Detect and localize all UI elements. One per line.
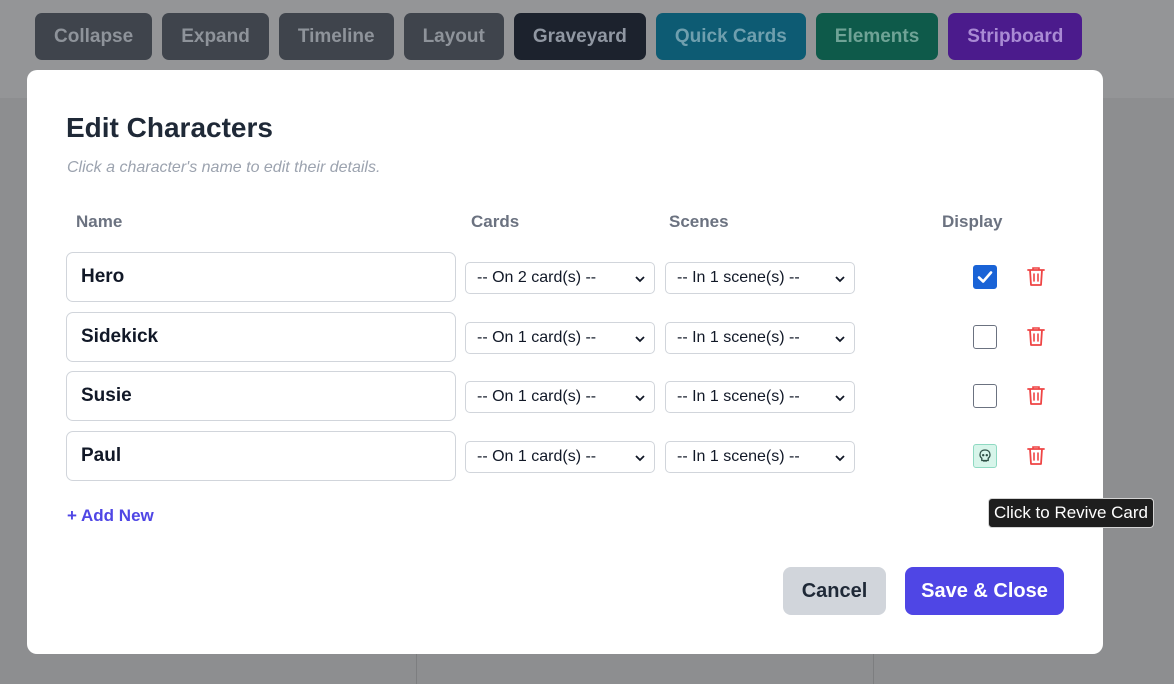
- character-name-input[interactable]: [66, 252, 456, 302]
- collapse-button[interactable]: Collapse: [35, 13, 153, 60]
- chevron-down-icon: [635, 276, 645, 283]
- skull-icon: [979, 449, 991, 462]
- display-checkbox[interactable]: [973, 325, 997, 349]
- character-row: -- On 1 card(s) -- -- In 1 scene(s) --: [27, 431, 1103, 481]
- stripboard-button[interactable]: Stripboard: [948, 13, 1083, 60]
- check-icon: [977, 271, 993, 283]
- chevron-down-icon: [835, 455, 845, 462]
- chevron-down-icon: [835, 395, 845, 402]
- cards-select-value: -- On 1 card(s) --: [477, 448, 597, 465]
- cards-select-value: -- On 2 card(s) --: [477, 269, 597, 286]
- cancel-button[interactable]: Cancel: [783, 567, 886, 615]
- scenes-select-value: -- In 1 scene(s) --: [677, 448, 800, 465]
- expand-button[interactable]: Expand: [162, 13, 269, 60]
- character-name-input[interactable]: [66, 371, 456, 421]
- layout-button[interactable]: Layout: [403, 13, 504, 60]
- timeline-button[interactable]: Timeline: [278, 13, 394, 60]
- column-header-display: Display: [942, 212, 1003, 231]
- cards-select-value: -- On 1 card(s) --: [477, 329, 597, 346]
- scenes-select-value: -- In 1 scene(s) --: [677, 329, 800, 346]
- revive-card-button[interactable]: [973, 444, 997, 468]
- character-row: -- On 1 card(s) -- -- In 1 scene(s) --: [27, 312, 1103, 362]
- character-name-input[interactable]: [66, 312, 456, 362]
- save-and-close-button[interactable]: Save & Close: [905, 567, 1064, 615]
- cards-select[interactable]: -- On 1 card(s) --: [465, 381, 655, 413]
- trash-icon[interactable]: [1026, 325, 1046, 347]
- edit-characters-modal: Edit Characters Click a character's name…: [27, 70, 1103, 654]
- scenes-select-value: -- In 1 scene(s) --: [677, 388, 800, 405]
- character-name-input[interactable]: [66, 431, 456, 481]
- cards-select-value: -- On 1 card(s) --: [477, 388, 597, 405]
- trash-icon[interactable]: [1026, 265, 1046, 287]
- top-toolbar: Collapse Expand Timeline Layout Graveyar…: [35, 13, 1083, 60]
- column-header-cards: Cards: [471, 212, 520, 231]
- elements-button[interactable]: Elements: [815, 13, 939, 60]
- chevron-down-icon: [635, 336, 645, 343]
- display-checkbox[interactable]: [973, 384, 997, 408]
- chevron-down-icon: [835, 276, 845, 283]
- cards-select[interactable]: -- On 2 card(s) --: [465, 262, 655, 294]
- chevron-down-icon: [635, 455, 645, 462]
- modal-subtitle: Click a character's name to edit their d…: [67, 159, 381, 176]
- scenes-select[interactable]: -- In 1 scene(s) --: [665, 262, 855, 294]
- add-new-character-link[interactable]: + Add New: [67, 506, 154, 526]
- character-row: -- On 2 card(s) -- -- In 1 scene(s) --: [27, 252, 1103, 302]
- trash-icon[interactable]: [1026, 384, 1046, 406]
- trash-icon[interactable]: [1026, 444, 1046, 466]
- scenes-select[interactable]: -- In 1 scene(s) --: [665, 441, 855, 473]
- character-row: -- On 1 card(s) -- -- In 1 scene(s) --: [27, 371, 1103, 421]
- scenes-select[interactable]: -- In 1 scene(s) --: [665, 381, 855, 413]
- revive-card-tooltip: Click to Revive Card: [988, 498, 1154, 528]
- quick-cards-button[interactable]: Quick Cards: [655, 13, 806, 60]
- display-checkbox[interactable]: [973, 265, 997, 289]
- scenes-select-value: -- In 1 scene(s) --: [677, 269, 800, 286]
- cards-select[interactable]: -- On 1 card(s) --: [465, 322, 655, 354]
- column-header-name: Name: [76, 212, 123, 231]
- scenes-select[interactable]: -- In 1 scene(s) --: [665, 322, 855, 354]
- cards-select[interactable]: -- On 1 card(s) --: [465, 441, 655, 473]
- chevron-down-icon: [835, 336, 845, 343]
- column-header-scenes: Scenes: [669, 212, 729, 231]
- chevron-down-icon: [635, 395, 645, 402]
- graveyard-button[interactable]: Graveyard: [513, 13, 646, 60]
- modal-title: Edit Characters: [66, 112, 273, 143]
